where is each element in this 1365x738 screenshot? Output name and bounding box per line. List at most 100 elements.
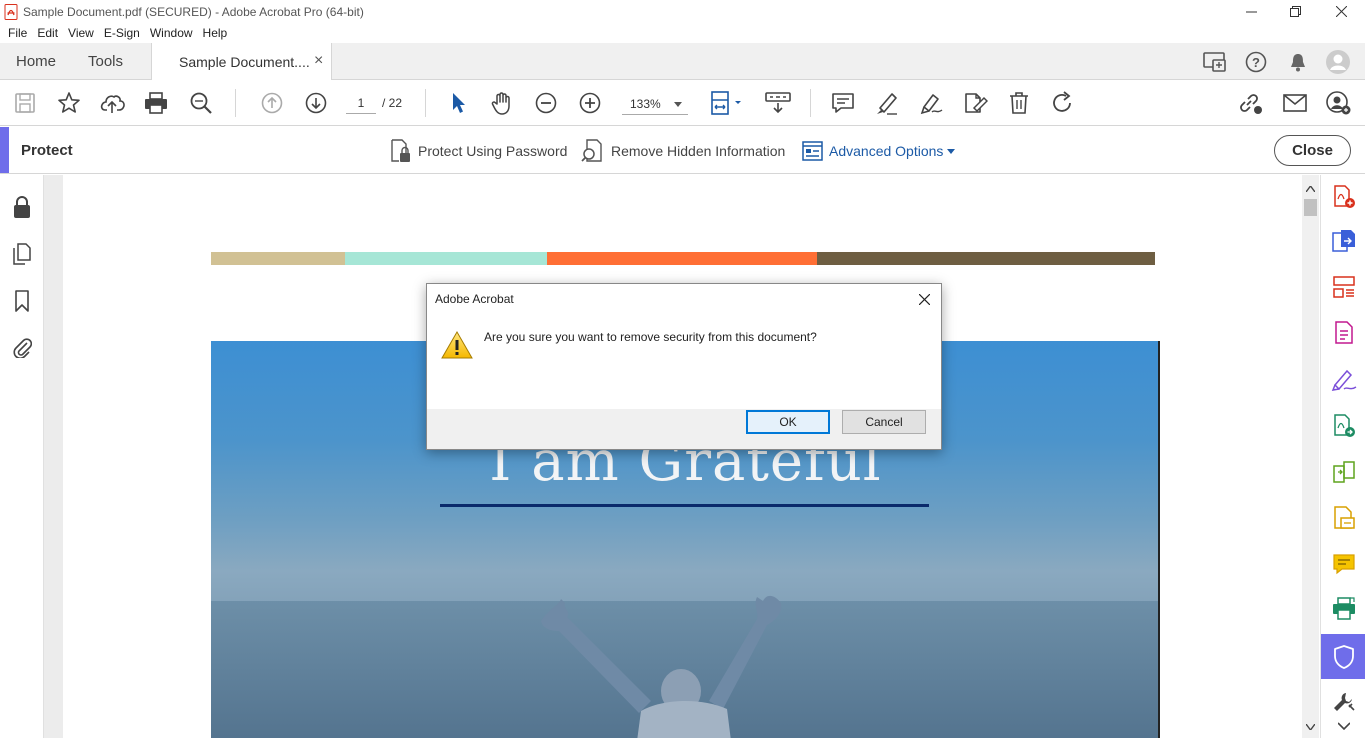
menu-help[interactable]: Help: [198, 26, 233, 40]
page-count-label: / 22: [382, 96, 403, 110]
pdf-page: I am Grateful: [63, 175, 1302, 738]
tab-document[interactable]: Sample Document.... ×: [151, 43, 332, 81]
edit-document-icon[interactable]: [962, 90, 988, 116]
tab-close-icon[interactable]: ×: [314, 52, 323, 70]
zoom-level-select[interactable]: 133%: [622, 93, 688, 115]
hand-tool-icon[interactable]: [489, 90, 515, 116]
minimize-button[interactable]: [1228, 0, 1274, 23]
toolbar-separator: [235, 89, 236, 117]
hero-underline: [440, 504, 929, 507]
menu-window[interactable]: Window: [145, 26, 198, 40]
zoom-in-icon[interactable]: [577, 90, 603, 116]
page-number-input[interactable]: 1: [346, 94, 376, 114]
left-navigation-pane: [0, 175, 57, 738]
document-viewport[interactable]: I am Grateful: [44, 175, 1302, 738]
color-stripe-segment: [817, 252, 1155, 265]
tab-bar: Home Tools Sample Document.... × ?: [0, 43, 1365, 81]
color-stripe-segment: [211, 252, 345, 265]
highlight-pen-icon[interactable]: [874, 90, 900, 116]
protect-tool-active[interactable]: [1321, 634, 1365, 679]
print-icon[interactable]: [143, 90, 169, 116]
confirm-remove-security-dialog: Adobe Acrobat Are you sure you want to r…: [426, 283, 942, 450]
close-protect-button[interactable]: Close: [1274, 135, 1351, 166]
fill-sign-icon[interactable]: [1331, 366, 1357, 392]
chevron-down-icon: [674, 102, 682, 107]
comment-icon[interactable]: [830, 90, 856, 116]
scroll-up-arrow-icon[interactable]: [1306, 186, 1315, 192]
dialog-title: Adobe Acrobat: [435, 292, 514, 306]
notifications-bell-icon[interactable]: [1287, 51, 1309, 73]
print-production-icon[interactable]: [1331, 596, 1357, 622]
prepare-form-icon[interactable]: [1331, 505, 1357, 531]
cancel-button[interactable]: Cancel: [842, 410, 926, 434]
organize-pages-icon[interactable]: [1331, 274, 1357, 300]
bookmarks-icon[interactable]: [11, 289, 33, 313]
toolbar-separator: [425, 89, 426, 117]
menu-esign[interactable]: E-Sign: [99, 26, 145, 40]
menu-bar: File Edit View E-Sign Window Help: [0, 23, 1365, 43]
bookmark-star-icon[interactable]: [56, 90, 82, 116]
user-avatar-icon[interactable]: [1326, 50, 1350, 74]
tab-home[interactable]: Home: [16, 43, 56, 80]
next-page-icon[interactable]: [303, 90, 329, 116]
protect-accent-bar: [0, 127, 9, 173]
save-icon[interactable]: [12, 90, 38, 116]
warning-icon: [441, 331, 473, 359]
scroll-down-arrow-icon[interactable]: [1306, 724, 1315, 730]
dialog-titlebar: Adobe Acrobat: [427, 284, 941, 314]
remove-hidden-information-label: Remove Hidden Information: [611, 143, 786, 159]
window-title: Sample Document.pdf (SECURED) - Adobe Ac…: [23, 5, 364, 19]
vertical-scrollbar[interactable]: [1302, 175, 1319, 738]
page-fit-icon[interactable]: [709, 90, 745, 116]
menu-view[interactable]: View: [63, 26, 99, 40]
restore-button[interactable]: [1272, 0, 1318, 23]
tab-home-label: Home: [16, 53, 57, 70]
sign-pen-icon[interactable]: [918, 90, 944, 116]
more-tools-wrench-icon[interactable]: [1331, 689, 1357, 715]
select-cursor-icon[interactable]: [445, 90, 471, 116]
zoom-out-icon[interactable]: [533, 90, 559, 116]
scroll-mode-icon[interactable]: [764, 90, 792, 116]
protect-using-password-label: Protect Using Password: [418, 143, 568, 159]
scrollbar-thumb[interactable]: [1304, 199, 1317, 216]
dialog-close-button[interactable]: [912, 288, 936, 310]
menu-edit[interactable]: Edit: [32, 26, 63, 40]
advanced-settings-icon: [802, 141, 823, 161]
shield-icon: [1334, 645, 1354, 669]
share-user-icon[interactable]: [1326, 90, 1352, 116]
protect-using-password-button[interactable]: Protect Using Password: [390, 139, 567, 163]
color-stripe-segment: [345, 252, 547, 265]
window-close-button[interactable]: [1318, 0, 1364, 23]
delete-trash-icon[interactable]: [1006, 90, 1032, 116]
menu-file[interactable]: File: [3, 26, 32, 40]
rotate-icon[interactable]: [1050, 90, 1076, 116]
create-pdf-icon[interactable]: [1331, 184, 1357, 210]
send-for-review-icon[interactable]: [1331, 413, 1357, 439]
compare-files-icon[interactable]: [1331, 459, 1357, 485]
tab-tools-label: Tools: [88, 53, 124, 70]
tab-tools[interactable]: Tools: [88, 43, 123, 80]
cloud-upload-icon[interactable]: [100, 90, 126, 116]
expand-tools-chevron-icon[interactable]: [1338, 722, 1350, 730]
advanced-options-label: Advanced Options: [829, 143, 944, 159]
attachments-paperclip-icon[interactable]: [11, 335, 33, 359]
close-icon: [918, 293, 930, 305]
advanced-options-dropdown[interactable]: Advanced Options: [802, 139, 956, 163]
page-thumbnails-icon[interactable]: [11, 242, 33, 266]
share-screen-icon[interactable]: [1203, 51, 1227, 73]
ok-button[interactable]: OK: [746, 410, 830, 434]
comment-tool-icon[interactable]: [1331, 551, 1357, 577]
chevron-down-icon: [947, 148, 956, 154]
main-toolbar: 1 / 22 133%: [0, 80, 1365, 126]
security-lock-icon[interactable]: [11, 195, 33, 219]
zoom-search-icon[interactable]: [188, 90, 214, 116]
edit-pdf-icon[interactable]: [1331, 320, 1357, 346]
protect-toolbar: Protect Protect Using Password Remove Hi…: [0, 127, 1365, 174]
tab-document-label: Sample Document....: [179, 54, 310, 70]
remove-hidden-information-button[interactable]: Remove Hidden Information: [581, 139, 785, 163]
help-icon[interactable]: ?: [1245, 51, 1267, 73]
previous-page-icon[interactable]: [259, 90, 285, 116]
export-pdf-icon[interactable]: [1331, 228, 1357, 254]
share-link-icon[interactable]: [1237, 90, 1263, 116]
email-envelope-icon[interactable]: [1282, 90, 1308, 116]
